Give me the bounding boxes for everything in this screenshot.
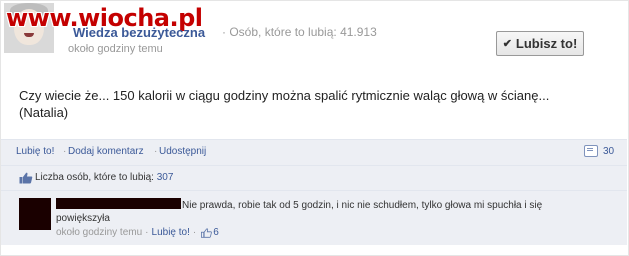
post-text-line: (Natalia) <box>19 105 69 120</box>
check-icon: ✔ <box>502 38 512 50</box>
thumbs-up-icon <box>201 227 213 238</box>
commenter-avatar-redacted[interactable] <box>19 198 51 230</box>
like-page-button[interactable]: ✔ Lubisz to! <box>496 31 584 56</box>
comment-text-line: powiększyła <box>56 213 110 224</box>
comment: Nie prawda, robie tak od 5 godzin, i nic… <box>1 190 627 245</box>
share-link[interactable]: Udostępnij <box>159 146 206 157</box>
post-body: Czy wiecie że... 150 kalorii w ciągu god… <box>19 87 579 121</box>
like-page-button-label: Lubisz to! <box>515 36 578 51</box>
page-likes-count: Osób, które to lubią: 41.913 <box>229 25 377 39</box>
likes-summary-label: Liczba osób, które to lubią: <box>35 172 154 183</box>
page-name-link[interactable]: Wiedza bezużyteczna <box>73 25 205 40</box>
comment-like-link[interactable]: Lubię to! <box>152 227 190 238</box>
thumbs-up-icon <box>19 172 33 184</box>
comment-count[interactable]: 30 <box>584 145 614 157</box>
post-text-line: Czy wiecie że... 150 kalorii w ciągu god… <box>19 88 550 103</box>
comment-meta: około godziny temu · Lubię to! · 6 <box>56 227 219 238</box>
comment-text: Nie prawda, robie tak od 5 godzin, i nic… <box>56 199 616 225</box>
likes-summary: Liczba osób, które to lubią: 307 <box>35 172 173 183</box>
page-likes-summary: · Osób, które to lubią: 41.913 <box>222 25 377 39</box>
add-comment-link[interactable]: Dodaj komentarz <box>68 146 144 157</box>
likes-summary-count[interactable]: 307 <box>157 172 174 183</box>
likes-bar: Liczba osób, które to lubią: 307 <box>1 165 627 190</box>
like-link[interactable]: Lubię to! <box>16 146 54 157</box>
action-separator: · <box>63 146 67 157</box>
comment-meta-separator: · <box>145 227 149 238</box>
comment-like-count[interactable]: 6 <box>213 227 219 238</box>
comment-icon <box>584 145 598 157</box>
action-separator: · <box>154 146 158 157</box>
post-action-bar: Lubię to! · Dodaj komentarz · Udostępnij… <box>1 139 627 165</box>
post-timestamp[interactable]: około godziny temu <box>68 43 163 55</box>
comment-timestamp[interactable]: około godziny temu <box>56 227 142 238</box>
dot-separator: · <box>222 25 226 39</box>
comment-count-value: 30 <box>603 145 615 157</box>
comment-meta-separator: · <box>192 227 197 238</box>
comment-text-line: Nie prawda, robie tak od 5 godzin, i nic… <box>182 200 543 211</box>
